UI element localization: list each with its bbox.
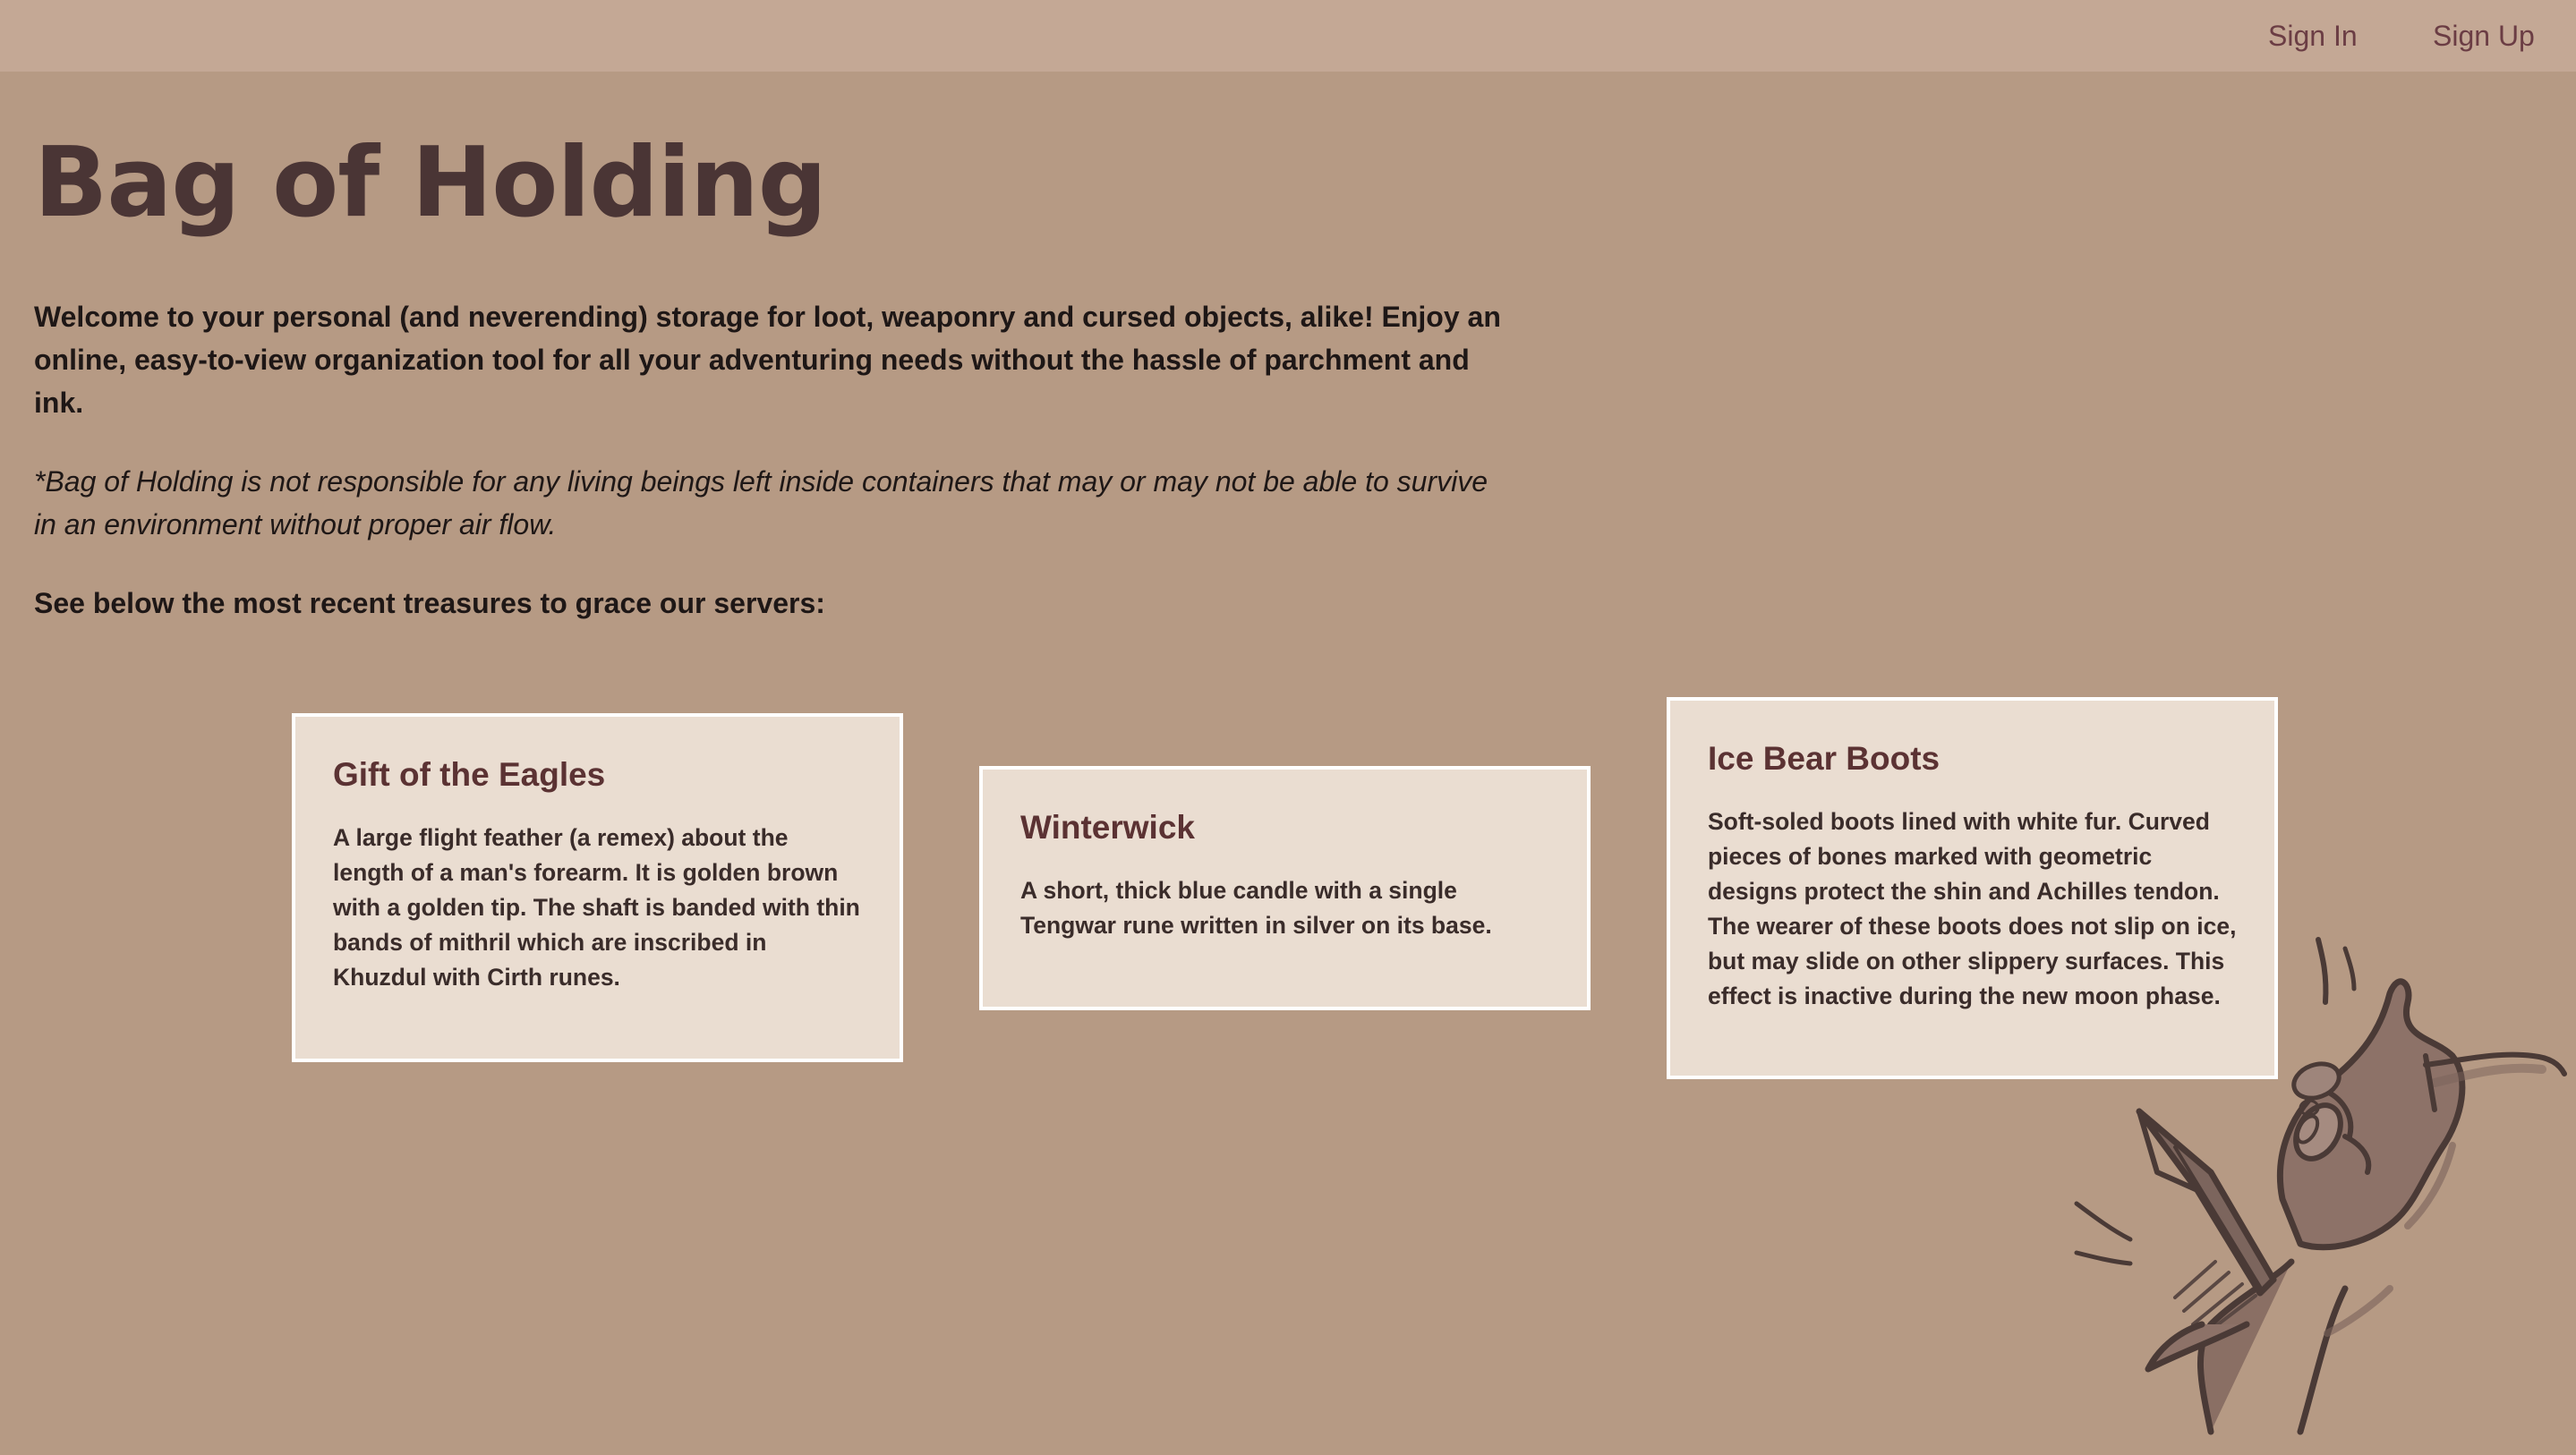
treasure-card-title: Gift of the Eagles [333, 756, 606, 793]
treasure-card-gift-of-the-eagles[interactable]: Gift of the Eagles A large flight feathe… [292, 713, 903, 1062]
sign-up-link[interactable]: Sign Up [2433, 16, 2535, 55]
page-title: Bag of Holding [34, 127, 827, 239]
intro-text: Welcome to your personal (and neverendin… [34, 301, 1501, 419]
recent-treasures-heading: See below the most recent treasures to g… [34, 587, 825, 619]
treasure-card-winterwick[interactable]: Winterwick A short, thick blue candle wi… [979, 766, 1591, 1010]
hand-holding-dagger-illustration [2074, 937, 2567, 1435]
treasure-card-title: Winterwick [1020, 809, 1195, 846]
treasure-card-description: A large flight feather (a remex) about t… [333, 824, 860, 991]
treasure-card-title: Ice Bear Boots [1708, 740, 1941, 777]
disclaimer-text: *Bag of Holding is not responsible for a… [34, 465, 1488, 540]
top-navigation-bar: Sign In Sign Up [0, 0, 2576, 72]
sign-in-link[interactable]: Sign In [2268, 16, 2358, 55]
treasure-card-description: A short, thick blue candle with a single… [1020, 877, 1492, 939]
